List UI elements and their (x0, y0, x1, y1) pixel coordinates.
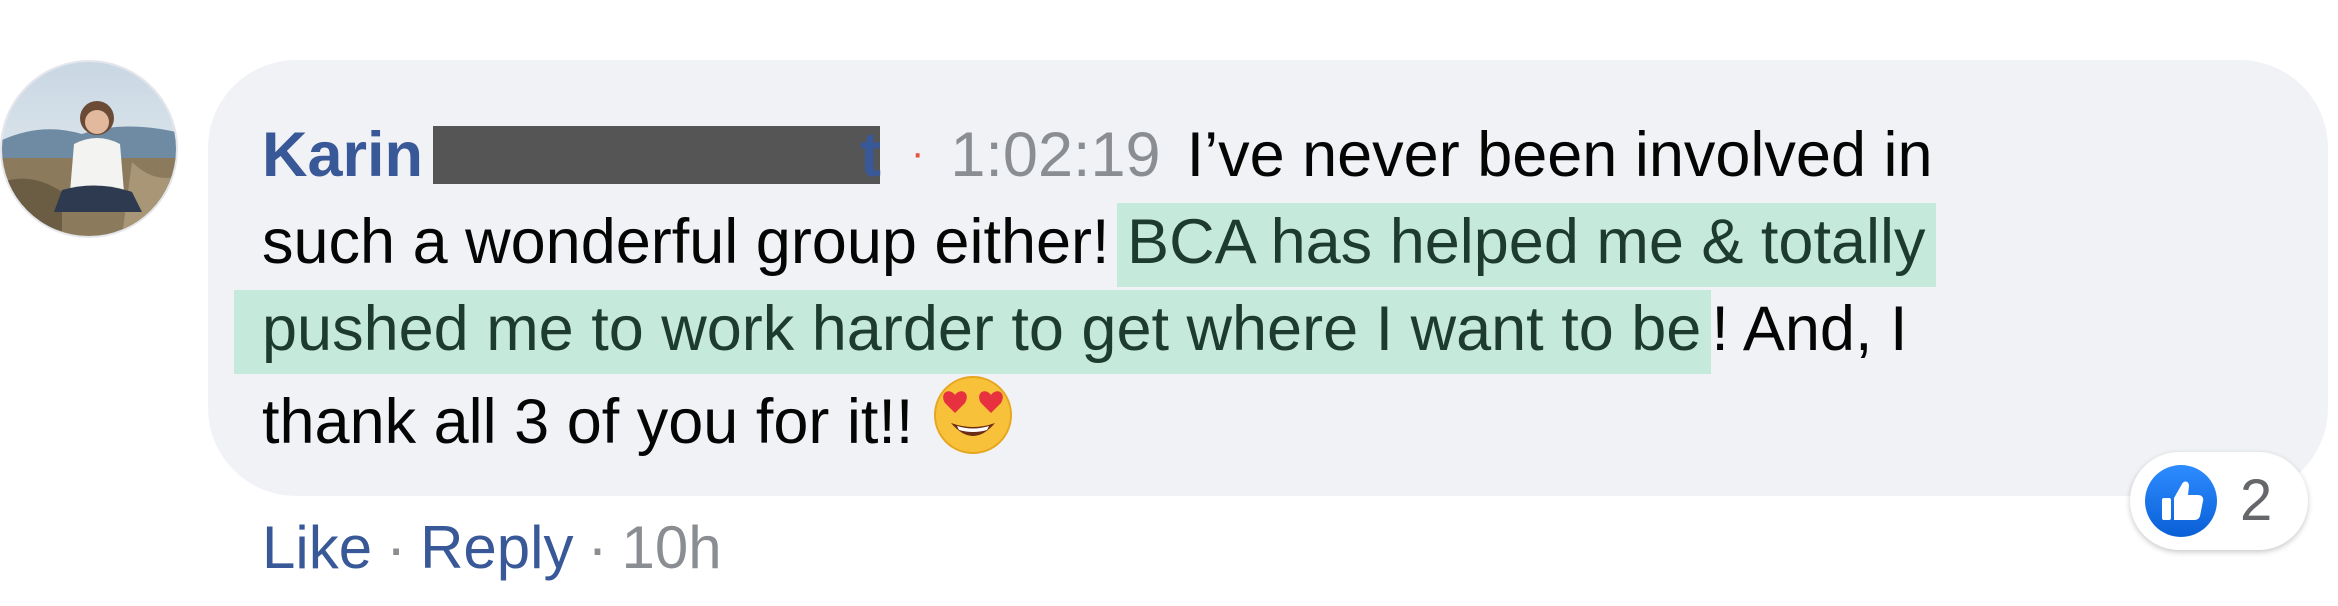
comment-line-3: pushed me to work harder to get where I … (234, 286, 2212, 374)
avatar-photo (2, 62, 176, 236)
comment-timestamp[interactable]: 1:02:19 (950, 120, 1160, 190)
reaction-count: 2 (2240, 468, 2273, 533)
highlight-text-2: pushed me to work harder to get where I … (234, 290, 1712, 374)
comment-line-4: thank all 3 of you for it!! (262, 373, 2212, 466)
comment-actions: Like · Reply · 10h (262, 508, 722, 588)
comment-text-1: I’ve never been involved in (1186, 120, 1933, 190)
comment-text-2: such a wonderful group either! (262, 207, 1110, 277)
avatar[interactable] (0, 60, 178, 238)
timestamp-separator: · (911, 131, 925, 175)
author-name-partial[interactable]: t (860, 120, 881, 190)
reaction-summary[interactable]: 2 (2130, 452, 2308, 550)
highlight-text-1: BCA has helped me & totally (1117, 203, 1936, 287)
redaction-block (433, 126, 881, 184)
like-link[interactable]: Like (262, 514, 372, 581)
reply-link[interactable]: Reply (420, 514, 573, 581)
comment-text-4: thank all 3 of you for it!! (262, 387, 914, 457)
like-thumbs-up-icon (2144, 464, 2218, 538)
action-separator: · (587, 514, 608, 581)
comment-age[interactable]: 10h (621, 514, 721, 581)
comment-text-3: ! And, I (1711, 294, 1908, 364)
comment-container: Karin t · 1:02:19 I’ve never been involved i… (0, 0, 2338, 606)
comment-body: Karin t · 1:02:19 I’ve never been involved i… (234, 110, 2212, 466)
comment-line-1: Karin t · 1:02:19 I’ve never been involved i… (262, 110, 2212, 199)
heart-eyes-emoji-icon (931, 373, 1015, 457)
author-name[interactable]: Karin (262, 120, 423, 190)
action-separator: · (386, 514, 407, 581)
comment-line-2: such a wonderful group either! BCA has h… (262, 199, 2212, 287)
